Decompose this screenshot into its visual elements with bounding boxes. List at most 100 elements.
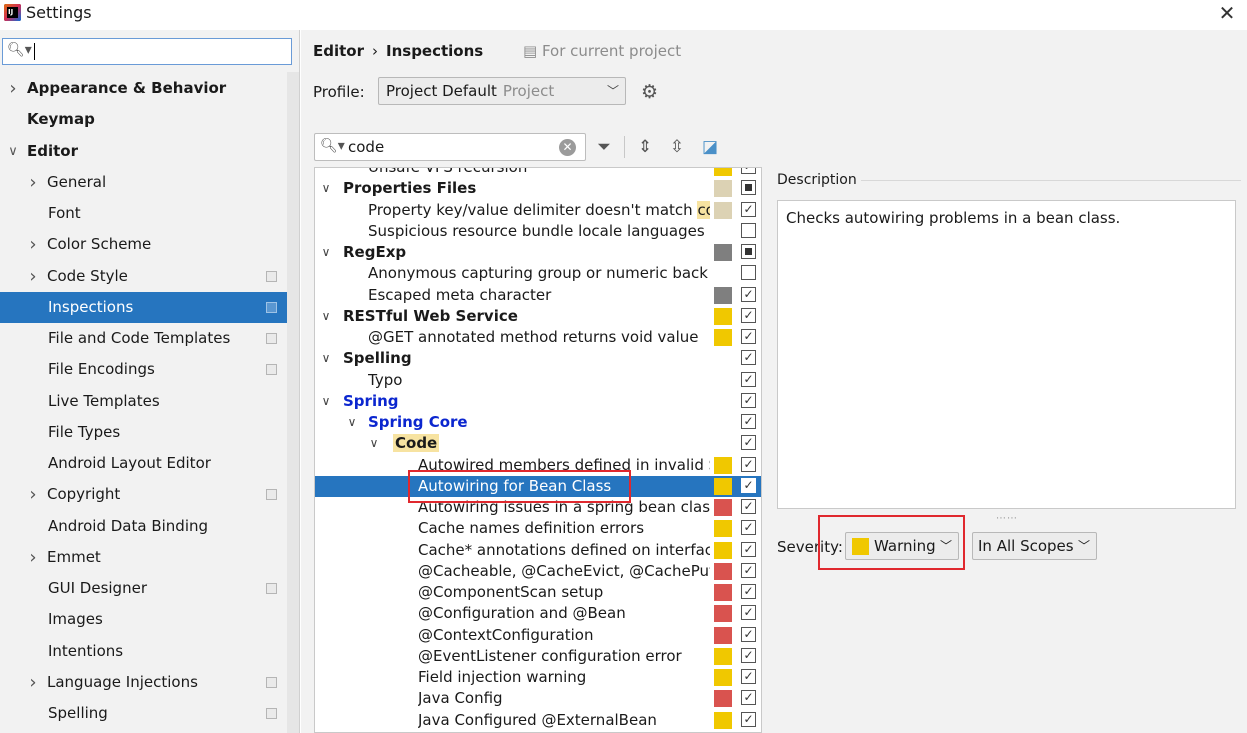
sidebar-item-code-style[interactable]: › Code Style	[0, 261, 300, 292]
tree-row-componentscan-setup[interactable]: @ComponentScan setup ✓	[315, 582, 761, 603]
close-button[interactable]: ✕	[1212, 0, 1242, 26]
enable-checkbox[interactable]: ✓	[741, 477, 756, 493]
chevron-down-icon[interactable]: ∨	[319, 306, 333, 327]
tree-row-contextconfiguration[interactable]: @ContextConfiguration ✓	[315, 625, 761, 646]
enable-checkbox[interactable]: ✓	[741, 414, 756, 429]
tree-category-code[interactable]: ∨ Code ✓	[315, 433, 761, 454]
enable-checkbox[interactable]: ✓	[741, 392, 756, 408]
tree-category-regexp[interactable]: ∨ RegExp	[315, 242, 761, 263]
enable-checkbox[interactable]: ✓	[741, 541, 756, 557]
enable-checkbox[interactable]	[741, 265, 756, 281]
filter-icon[interactable]: ⏷	[592, 136, 616, 158]
expand-all-icon[interactable]: ⇕	[633, 136, 657, 158]
tree-row-suspicious-resource-bundle-locale-languages[interactable]: Suspicious resource bundle locale langua…	[315, 221, 761, 242]
tree-row-get-annotated-method-returns-void-value[interactable]: @GET annotated method returns void value…	[315, 327, 761, 348]
enable-checkbox[interactable]	[741, 180, 756, 196]
sidebar-item-android-layout-editor[interactable]: Android Layout Editor	[0, 448, 300, 479]
tree-category-restful-web-service[interactable]: ∨ RESTful Web Service ✓	[315, 306, 761, 327]
chevron-right-icon[interactable]: ›	[6, 73, 20, 104]
reset-eraser-icon[interactable]: ◪	[698, 136, 722, 158]
enable-checkbox[interactable]: ✓	[741, 307, 756, 323]
enable-checkbox[interactable]: ✓	[741, 562, 756, 578]
tree-row-anonymous-capturing-group-or-numeric-back-r[interactable]: Anonymous capturing group or numeric bac…	[315, 263, 761, 284]
sidebar-item-color-scheme[interactable]: › Color Scheme	[0, 229, 300, 260]
tree-row-field-injection-warning[interactable]: Field injection warning ✓	[315, 667, 761, 688]
sidebar-item-file-types[interactable]: File Types	[0, 417, 300, 448]
tree-category-spring[interactable]: ∨ Spring ✓	[315, 391, 761, 412]
sidebar-item-gui-designer[interactable]: GUI Designer	[0, 573, 300, 604]
inspection-filter-input[interactable]: 🔍︎▾ code ✕	[314, 133, 586, 161]
tree-row-property-key-value-delimiter-doesn-t-match[interactable]: Property key/value delimiter doesn't mat…	[315, 200, 761, 221]
gear-icon[interactable]: ⚙	[641, 81, 658, 103]
tree-row-typo[interactable]: Typo ✓	[315, 370, 761, 391]
enable-checkbox[interactable]: ✓	[741, 669, 756, 684]
enable-checkbox[interactable]: ✓	[741, 286, 756, 302]
sidebar-item-keymap[interactable]: Keymap	[0, 104, 300, 135]
tree-row-java-configured-externalbean[interactable]: Java Configured @ExternalBean ✓	[315, 710, 761, 731]
collapse-all-icon[interactable]: ⇳	[665, 136, 689, 158]
tree-category-spelling[interactable]: ∨ Spelling ✓	[315, 348, 761, 369]
chevron-right-icon[interactable]: ›	[26, 229, 40, 260]
sidebar-item-language-injections[interactable]: › Language Injections	[0, 667, 300, 698]
enable-checkbox[interactable]	[741, 244, 756, 259]
enable-checkbox[interactable]: ✓	[741, 499, 756, 514]
chevron-down-icon[interactable]: ∨	[6, 136, 20, 167]
chevron-right-icon[interactable]: ›	[26, 479, 40, 510]
enable-checkbox[interactable]: ✓	[741, 711, 756, 727]
sidebar-item-android-data-binding[interactable]: Android Data Binding	[0, 511, 300, 542]
chevron-right-icon[interactable]: ›	[26, 542, 40, 573]
tree-row-configuration-and-bean[interactable]: @Configuration and @Bean ✓	[315, 603, 761, 624]
sidebar-item-intentions[interactable]: Intentions	[0, 636, 300, 667]
sidebar-item-images[interactable]: Images	[0, 604, 300, 635]
sidebar-item-live-templates[interactable]: Live Templates	[0, 386, 300, 417]
tree-row-cache-annotations-defined-on-interface[interactable]: Cache* annotations defined on interface ✓	[315, 540, 761, 561]
sidebar-item-general[interactable]: › General	[0, 167, 300, 198]
sidebar-item-copyright[interactable]: › Copyright	[0, 479, 300, 510]
enable-checkbox[interactable]: ✓	[741, 626, 756, 642]
tree-row-cache-names-definition-errors[interactable]: Cache names definition errors ✓	[315, 518, 761, 539]
sidebar-item-appearance-behavior[interactable]: › Appearance & Behavior	[0, 73, 300, 104]
sidebar-item-file-and-code-templates[interactable]: File and Code Templates	[0, 323, 300, 354]
chevron-down-icon[interactable]: ∨	[319, 391, 333, 412]
enable-checkbox[interactable]: ✓	[741, 435, 756, 451]
enable-checkbox[interactable]: ✓	[741, 456, 756, 472]
sidebar-item-file-encodings[interactable]: File Encodings	[0, 354, 300, 385]
sidebar-item-emmet[interactable]: › Emmet	[0, 542, 300, 573]
tree-row-unsafe-vfs-recursion[interactable]: Unsafe VFS recursion ✓	[315, 168, 761, 178]
chevron-right-icon[interactable]: ›	[26, 667, 40, 698]
enable-checkbox[interactable]: ✓	[741, 329, 756, 344]
chevron-down-icon[interactable]: ∨	[319, 178, 333, 199]
chevron-down-icon[interactable]: ∨	[319, 348, 333, 369]
tree-row-cacheable-cacheevict-cacheput[interactable]: @Cacheable, @CacheEvict, @CachePut, (✓	[315, 561, 761, 582]
chevron-down-icon[interactable]: ∨	[319, 242, 333, 263]
enable-checkbox[interactable]: ✓	[741, 690, 756, 706]
tree-category-properties-files[interactable]: ∨ Properties Files	[315, 178, 761, 199]
chevron-down-icon[interactable]: ∨	[345, 412, 359, 433]
sidebar-item-editor[interactable]: ∨ Editor	[0, 136, 300, 167]
sidebar-item-font[interactable]: Font	[0, 198, 300, 229]
enable-checkbox[interactable]: ✓	[741, 584, 756, 599]
sidebar-item-spelling[interactable]: Spelling	[0, 698, 300, 729]
chevron-right-icon[interactable]: ›	[26, 167, 40, 198]
tree-row-java-config[interactable]: Java Config ✓	[315, 688, 761, 709]
enable-checkbox[interactable]: ✓	[741, 647, 756, 663]
enable-checkbox[interactable]: ✓	[741, 350, 756, 366]
enable-checkbox[interactable]: ✓	[741, 520, 756, 536]
sidebar-item-inspections[interactable]: Inspections	[0, 291, 299, 323]
splitter-handle[interactable]: ⋯⋯	[996, 513, 1018, 524]
clear-search-icon[interactable]: ✕	[559, 139, 576, 156]
sidebar-scrollbar[interactable]	[287, 72, 299, 733]
enable-checkbox[interactable]: ✓	[741, 168, 756, 174]
enable-checkbox[interactable]: ✓	[741, 371, 756, 387]
chevron-down-icon[interactable]: ∨	[367, 433, 381, 454]
enable-checkbox[interactable]: ✓	[741, 201, 756, 217]
chevron-right-icon[interactable]: ›	[26, 261, 40, 292]
enable-checkbox[interactable]: ✓	[741, 605, 756, 621]
settings-search-input[interactable]: 🔍︎▾	[2, 38, 292, 65]
enable-checkbox[interactable]	[741, 222, 756, 238]
tree-category-spring-core[interactable]: ∨ Spring Core ✓	[315, 412, 761, 433]
scope-dropdown[interactable]: In All Scopes ﹀	[972, 532, 1097, 560]
tree-row-escaped-meta-character[interactable]: Escaped meta character ✓	[315, 285, 761, 306]
tree-row-eventlistener-configuration-error[interactable]: @EventListener configuration error ✓	[315, 646, 761, 667]
profile-dropdown[interactable]: Project Default Project ﹀	[378, 77, 626, 105]
